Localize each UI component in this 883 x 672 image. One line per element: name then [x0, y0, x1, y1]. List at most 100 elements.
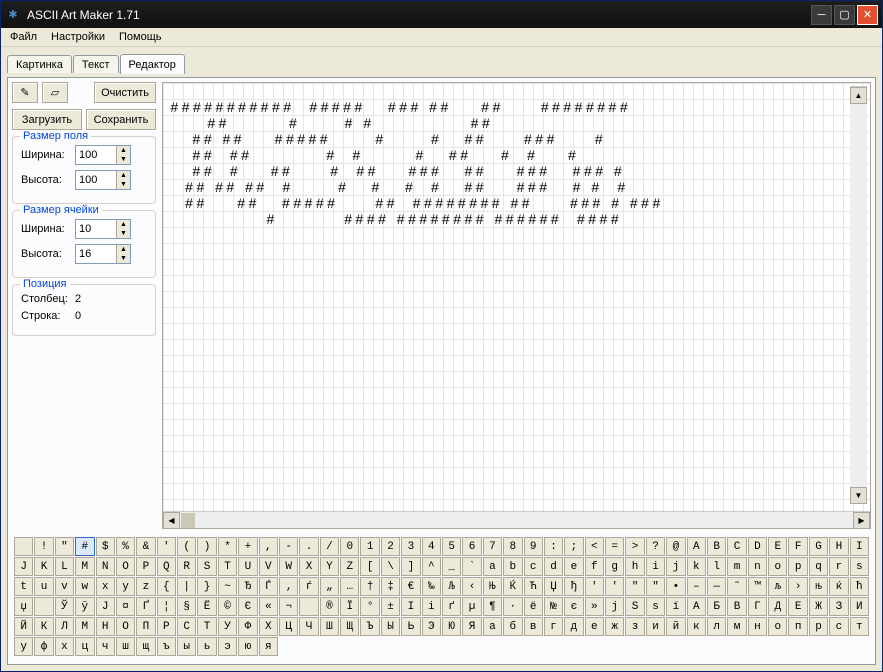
palette-key[interactable]: I: [850, 537, 869, 556]
palette-key[interactable]: Y: [320, 557, 339, 576]
palette-key[interactable]: [34, 597, 53, 616]
palette-key[interactable]: Њ: [483, 577, 502, 596]
palette-key[interactable]: ,: [259, 537, 278, 556]
palette-key[interactable]: $: [96, 537, 115, 556]
palette-key[interactable]: [14, 537, 33, 556]
palette-key[interactable]: Ю: [442, 617, 461, 636]
palette-key[interactable]: Й: [14, 617, 33, 636]
palette-key[interactable]: Ы: [381, 617, 400, 636]
palette-key[interactable]: O: [116, 557, 135, 576]
palette-key[interactable]: =: [605, 537, 624, 556]
palette-key[interactable]: џ: [14, 597, 33, 616]
palette-key[interactable]: K: [34, 557, 53, 576]
palette-key[interactable]: Ј: [96, 597, 115, 616]
palette-key[interactable]: E: [768, 537, 787, 556]
palette-key[interactable]: ќ: [829, 577, 848, 596]
scroll-up-icon[interactable]: ▲: [850, 87, 867, 104]
palette-key[interactable]: q: [809, 557, 828, 576]
palette-key[interactable]: Ц: [279, 617, 298, 636]
palette-key[interactable]: ^: [422, 557, 441, 576]
palette-key[interactable]: F: [788, 537, 807, 556]
palette-key[interactable]: г: [544, 617, 563, 636]
cellsize-width-value[interactable]: [76, 220, 116, 238]
palette-key[interactable]: [: [360, 557, 379, 576]
palette-key[interactable]: —: [707, 577, 726, 596]
palette-key[interactable]: „: [320, 577, 339, 596]
palette-key[interactable]: Н: [96, 617, 115, 636]
palette-key[interactable]: B: [707, 537, 726, 556]
palette-key[interactable]: Ч: [299, 617, 318, 636]
palette-key[interactable]: 5: [442, 537, 461, 556]
palette-key[interactable]: !: [34, 537, 53, 556]
palette-key[interactable]: М: [75, 617, 94, 636]
palette-key[interactable]: Г: [748, 597, 767, 616]
palette-key[interactable]: №: [544, 597, 563, 616]
palette-key[interactable]: Ш: [320, 617, 339, 636]
palette-key[interactable]: ў: [75, 597, 94, 616]
clear-button[interactable]: Очистить: [94, 82, 156, 103]
palette-key[interactable]: f: [585, 557, 604, 576]
palette-key[interactable]: 6: [462, 537, 481, 556]
palette-key[interactable]: -: [279, 537, 298, 556]
palette-key[interactable]: ‡: [381, 577, 400, 596]
palette-key[interactable]: ?: [646, 537, 665, 556]
palette-key[interactable]: п: [788, 617, 807, 636]
palette-key[interactable]: R: [177, 557, 196, 576]
palette-key[interactable]: …: [340, 577, 359, 596]
palette-key[interactable]: б: [503, 617, 522, 636]
palette-key[interactable]: ї: [666, 597, 685, 616]
palette-key[interactable]: t: [14, 577, 33, 596]
palette-key[interactable]: D: [748, 537, 767, 556]
scroll-left-icon[interactable]: ◀: [163, 512, 180, 529]
fieldsize-width-value[interactable]: [76, 146, 116, 164]
scroll-down-icon[interactable]: ▼: [850, 487, 867, 504]
palette-key[interactable]: Х: [259, 617, 278, 636]
palette-key[interactable]: *: [218, 537, 237, 556]
palette-key[interactable]: р: [809, 617, 828, 636]
palette-key[interactable]: ": [625, 577, 644, 596]
palette-key[interactable]: #: [75, 537, 94, 556]
palette-key[interactable]: о: [768, 617, 787, 636]
palette-key[interactable]: Л: [55, 617, 74, 636]
palette-key[interactable]: %: [116, 537, 135, 556]
palette-key[interactable]: S: [197, 557, 216, 576]
palette-key[interactable]: ': [585, 577, 604, 596]
palette-key[interactable]: ‚: [279, 577, 298, 596]
palette-key[interactable]: з: [625, 617, 644, 636]
palette-key[interactable]: M: [75, 557, 94, 576]
palette-key[interactable]: –: [687, 577, 706, 596]
palette-key[interactable]: Т: [197, 617, 216, 636]
palette-key[interactable]: ж: [605, 617, 624, 636]
palette-key[interactable]: м: [727, 617, 746, 636]
eraser-tool[interactable]: ▱: [42, 82, 68, 103]
palette-key[interactable]: j: [666, 557, 685, 576]
palette-key[interactable]: w: [75, 577, 94, 596]
close-button[interactable]: ✕: [857, 5, 878, 25]
palette-key[interactable]: }: [197, 577, 216, 596]
palette-key[interactable]: §: [177, 597, 196, 616]
palette-key[interactable]: ђ: [564, 577, 583, 596]
palette-key[interactable]: љ: [768, 577, 787, 596]
palette-key[interactable]: Ґ: [136, 597, 155, 616]
palette-key[interactable]: е: [585, 617, 604, 636]
palette-key[interactable]: p: [788, 557, 807, 576]
palette-key[interactable]: Ф: [238, 617, 257, 636]
palette-key[interactable]: ·: [503, 597, 522, 616]
palette-key[interactable]: ': [605, 577, 624, 596]
palette-key[interactable]: с: [829, 617, 848, 636]
palette-key[interactable]: т: [850, 617, 869, 636]
palette-key[interactable]: |: [177, 577, 196, 596]
palette-key[interactable]: @: [666, 537, 685, 556]
palette-key[interactable]: W: [279, 557, 298, 576]
spin-down-icon[interactable]: ▼: [117, 254, 130, 263]
palette-key[interactable]: k: [687, 557, 706, 576]
palette-key[interactable]: щ: [136, 637, 155, 656]
palette-key[interactable]: _: [442, 557, 461, 576]
palette-key[interactable]: +: [238, 537, 257, 556]
spin-down-icon[interactable]: ▼: [117, 155, 130, 164]
palette-key[interactable]: •: [666, 577, 685, 596]
palette-key[interactable]: C: [727, 537, 746, 556]
palette-key[interactable]: ™: [748, 577, 767, 596]
menu-file[interactable]: Файл: [3, 29, 44, 45]
palette-key[interactable]: Ё: [197, 597, 216, 616]
